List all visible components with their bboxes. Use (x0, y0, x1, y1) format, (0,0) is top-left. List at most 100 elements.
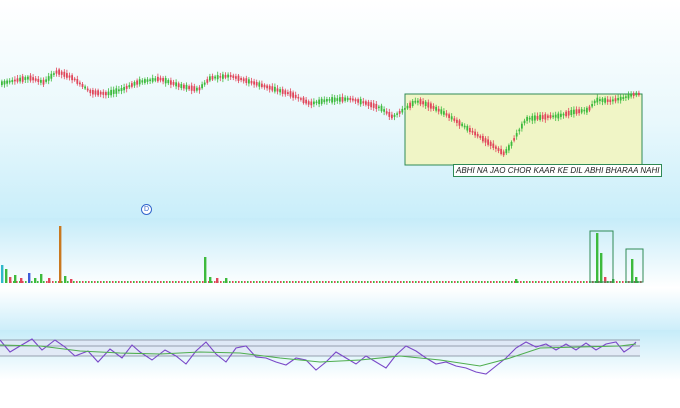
candle-body (144, 79, 146, 83)
candle-body (133, 81, 136, 86)
candle-body (112, 89, 115, 94)
candle-body (609, 99, 612, 103)
candle-body (149, 79, 151, 82)
volume-bar-small (394, 281, 396, 283)
volume-bar-small (622, 281, 624, 283)
candle-body (248, 79, 250, 84)
candle-body (94, 90, 97, 95)
candle-body (505, 149, 508, 154)
candle-body (164, 78, 167, 84)
candle-body (68, 75, 71, 78)
volume-bar-small (454, 281, 456, 283)
volume-bar-small (322, 281, 324, 283)
candle-body (55, 70, 58, 74)
candle-body (268, 85, 271, 90)
candle-body (380, 105, 383, 112)
volume-bar-small (109, 281, 111, 283)
candle-body (331, 97, 333, 103)
volume-bar-small (310, 281, 312, 283)
volume-bar (64, 276, 67, 283)
dividend-marker[interactable]: D (141, 204, 152, 215)
volume-bar-small (193, 281, 195, 283)
volume-bar-small (229, 281, 231, 283)
volume-bar-small (355, 281, 357, 283)
candle-body (435, 106, 437, 111)
candle-body (287, 92, 289, 95)
candle-body (534, 115, 536, 121)
volume-bar-small (388, 281, 390, 283)
volume-bar-small (538, 281, 540, 283)
volume-bar-small (325, 281, 327, 283)
volume-bar-small (295, 281, 297, 283)
volume-bar-small (397, 281, 399, 283)
volume-bar-small (187, 281, 189, 283)
candle-body (521, 123, 523, 129)
volume-bar-small (568, 281, 570, 283)
volume-bar-small (241, 281, 243, 283)
volume-bar-small (478, 281, 480, 283)
volume-bar-small (184, 281, 186, 283)
volume-bar-small (460, 281, 462, 283)
candle-body (424, 101, 427, 106)
volume-bar-small (256, 281, 258, 283)
volume-bar-small (121, 281, 123, 283)
volume-bar-small (166, 281, 168, 283)
candle-body (391, 114, 393, 119)
candle-body (599, 99, 601, 102)
volume-bar-small (202, 281, 204, 283)
volume-bar-small (406, 281, 408, 283)
volume-bar-small (361, 281, 363, 283)
volume-bar-small (157, 281, 159, 283)
volume-bar-small (376, 281, 378, 283)
volume-bar-small (289, 281, 291, 283)
candle-body (417, 100, 419, 103)
candle-body (344, 97, 346, 101)
candle-body (406, 105, 409, 109)
volume-bar-small (223, 281, 225, 283)
annotation-label[interactable]: ABHI NA JAO CHOR KAAR KE DIL ABHI BHARAA… (453, 164, 663, 177)
candle-body (398, 111, 401, 114)
candle-body (274, 86, 276, 92)
volume-bar-small (52, 281, 54, 283)
candle-body (11, 79, 14, 83)
volume-bar-small (415, 281, 417, 283)
volume-bar-small (535, 281, 537, 283)
volume-bar (70, 279, 73, 283)
volume-bar-small (337, 281, 339, 283)
volume-bar (9, 277, 12, 283)
volume-bar-small (556, 281, 558, 283)
candle-body (575, 109, 578, 114)
candle-body (227, 74, 229, 78)
volume-bar-small (400, 281, 402, 283)
candle-body (560, 113, 562, 117)
volume-bar-small (88, 281, 90, 283)
volume-bar (14, 275, 17, 283)
highlight-box (404, 93, 643, 166)
candle-body (89, 89, 92, 94)
volume-bar-small (532, 281, 534, 283)
candle-body (84, 86, 86, 89)
volume-bar-small (349, 281, 351, 283)
candle-body (497, 148, 500, 152)
candle-body (320, 98, 323, 104)
volume-bar-small (571, 281, 573, 283)
volume-bar-small (232, 281, 234, 283)
volume-bar-small (433, 281, 435, 283)
candle-body (250, 80, 253, 84)
candle-body (588, 106, 591, 111)
candle-body (219, 76, 222, 78)
volume-bar-small (133, 281, 135, 283)
candle-body (60, 71, 63, 75)
volume-bar (600, 253, 603, 283)
volume-bar-small (268, 281, 270, 283)
candle-body (66, 73, 68, 78)
candle-body (552, 115, 554, 118)
volume-bar-small (328, 281, 330, 283)
stock-chart[interactable] (0, 0, 680, 408)
candle-body (638, 92, 640, 96)
candle-body (510, 141, 513, 146)
candle-body (375, 103, 378, 109)
volume-bar-small (139, 281, 141, 283)
volume-bar-small (547, 281, 549, 283)
candle-body (263, 84, 266, 88)
